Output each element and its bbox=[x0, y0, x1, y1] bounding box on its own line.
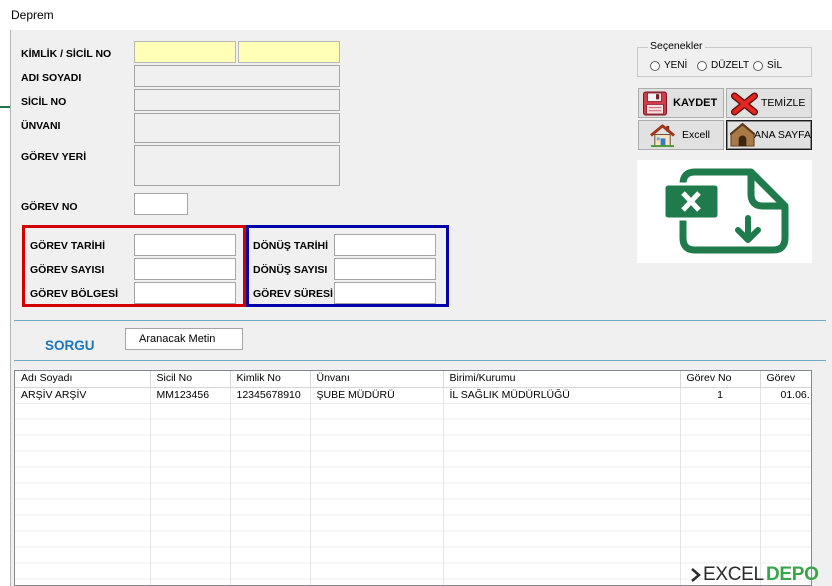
radio-yeni[interactable]: YENİ bbox=[650, 60, 690, 72]
logo-text-depo: DEPO bbox=[766, 564, 819, 585]
radio-button-icon[interactable] bbox=[697, 61, 707, 71]
sicil-no-label: SİCİL NO bbox=[21, 96, 67, 108]
excel-button-label: Excell bbox=[682, 129, 711, 141]
gorev-bolgesi-field[interactable] bbox=[134, 282, 236, 304]
radio-button-icon[interactable] bbox=[650, 61, 660, 71]
radio-yeni-label: YENİ bbox=[664, 60, 688, 71]
sorgu-label: SORGU bbox=[45, 338, 95, 353]
adi-soyadi-label: ADI SOYADI bbox=[21, 72, 82, 84]
gorev-tarihi-label: GÖREV TARİHİ bbox=[30, 240, 106, 252]
table-cell: İL SAĞLIK MÜDÜRLÜĞÜ bbox=[443, 387, 681, 404]
home-button[interactable]: ANA SAYFA bbox=[726, 120, 812, 150]
section-divider bbox=[14, 320, 826, 321]
clear-button-label: TEMİZLE bbox=[761, 97, 806, 109]
kimlik-no-field[interactable] bbox=[134, 41, 236, 63]
empty-grid-column bbox=[150, 403, 231, 585]
logo-chevron-icon bbox=[691, 568, 701, 582]
background-sheet-strip bbox=[0, 30, 11, 586]
window-title: Deprem bbox=[11, 8, 54, 22]
donus-sayisi-label: DÖNÜŞ SAYISI bbox=[253, 264, 328, 276]
options-frame-title: Seçenekler bbox=[648, 40, 705, 52]
empty-grid-column bbox=[15, 403, 151, 585]
unvani-label: ÜNVANI bbox=[21, 120, 61, 132]
donus-tarihi-field[interactable] bbox=[334, 234, 436, 256]
gorev-tarihi-field[interactable] bbox=[134, 234, 236, 256]
sicil-no-search-field[interactable] bbox=[238, 41, 340, 63]
clear-button[interactable]: TEMİZLE bbox=[726, 88, 812, 118]
column-header-adi-soyadi[interactable]: Adı Soyadı bbox=[15, 371, 151, 388]
gorev-sayisi-field[interactable] bbox=[134, 258, 236, 280]
table-cell: ŞUBE MÜDÜRÜ bbox=[310, 387, 444, 404]
radio-duzelt-label: DÜZELT bbox=[711, 60, 750, 71]
radio-sil-label: SİL bbox=[767, 60, 783, 71]
background-cell-marker bbox=[0, 106, 10, 108]
column-header-unvani[interactable]: Ünvanı bbox=[310, 371, 444, 388]
table-header-row: Adı Soyadı Sicil No Kimlik No Ünvanı Bir… bbox=[15, 371, 811, 388]
donus-tarihi-label: DÖNÜŞ TARİHİ bbox=[253, 240, 329, 252]
table-cell: 01.06. bbox=[760, 387, 811, 404]
radio-sil[interactable]: SİL bbox=[753, 60, 787, 72]
empty-grid-column bbox=[230, 403, 311, 585]
search-input[interactable] bbox=[125, 328, 243, 350]
adi-soyadi-field[interactable] bbox=[134, 65, 340, 87]
excel-export-image[interactable] bbox=[637, 160, 812, 263]
gorev-sayisi-label: GÖREV SAYISI bbox=[30, 264, 105, 276]
column-header-birimi-kurumu[interactable]: Birimi/Kurumu bbox=[443, 371, 681, 388]
floppy-disk-icon bbox=[643, 91, 667, 116]
table-cell: 1 bbox=[680, 387, 761, 404]
unvani-field[interactable] bbox=[134, 113, 340, 143]
exceldepo-logo: EXCEL DEPO bbox=[690, 564, 828, 586]
gorev-suresi-field[interactable] bbox=[334, 282, 436, 304]
column-header-gorev-no[interactable]: Görev No bbox=[680, 371, 761, 388]
excel-download-icon bbox=[662, 168, 789, 254]
gorev-yeri-field[interactable] bbox=[134, 145, 340, 186]
table-row[interactable]: ARŞİV ARŞİV MM123456 12345678910 ŞUBE MÜ… bbox=[15, 387, 811, 404]
home-icon bbox=[730, 123, 755, 147]
empty-grid-column bbox=[680, 403, 761, 585]
gorev-bolgesi-label: GÖREV BÖLGESİ bbox=[30, 288, 119, 300]
empty-grid-column bbox=[760, 403, 811, 585]
home-button-label: ANA SAYFA bbox=[754, 129, 811, 141]
column-header-sicil-no[interactable]: Sicil No bbox=[150, 371, 231, 388]
save-button[interactable]: KAYDET bbox=[638, 88, 724, 118]
empty-grid-area bbox=[15, 403, 811, 585]
gorev-suresi-label: GÖREV SÜRESİ bbox=[253, 288, 333, 300]
section-divider bbox=[14, 360, 826, 361]
empty-grid-column bbox=[443, 403, 681, 585]
table-cell: 12345678910 bbox=[230, 387, 311, 404]
gorev-yeri-label: GÖREV YERİ bbox=[21, 151, 87, 163]
results-table: Adı Soyadı Sicil No Kimlik No Ünvanı Bir… bbox=[15, 371, 811, 585]
column-header-kimlik-no[interactable]: Kimlik No bbox=[230, 371, 311, 388]
empty-grid-column bbox=[310, 403, 444, 585]
save-button-label: KAYDET bbox=[673, 97, 718, 109]
gorev-no-field[interactable] bbox=[134, 193, 188, 215]
logo-text-excel: EXCEL bbox=[703, 564, 764, 585]
results-list[interactable]: Adı Soyadı Sicil No Kimlik No Ünvanı Bir… bbox=[14, 370, 812, 586]
table-cell: ARŞİV ARŞİV bbox=[15, 387, 151, 404]
house-icon bbox=[650, 124, 675, 148]
radio-duzelt[interactable]: DÜZELT bbox=[697, 60, 751, 72]
title-bar: Deprem bbox=[0, 0, 832, 30]
donus-sayisi-field[interactable] bbox=[334, 258, 436, 280]
excel-button[interactable]: Excell bbox=[638, 120, 724, 150]
red-x-icon bbox=[731, 92, 758, 116]
kimlik-sicil-no-label: KİMLİK / SİCİL NO bbox=[21, 48, 112, 60]
gorev-no-label: GÖREV NO bbox=[21, 201, 78, 213]
sicil-no-field[interactable] bbox=[134, 89, 340, 111]
column-header-gorev[interactable]: Görev bbox=[760, 371, 811, 388]
table-cell: MM123456 bbox=[150, 387, 231, 404]
radio-button-icon[interactable] bbox=[753, 61, 763, 71]
